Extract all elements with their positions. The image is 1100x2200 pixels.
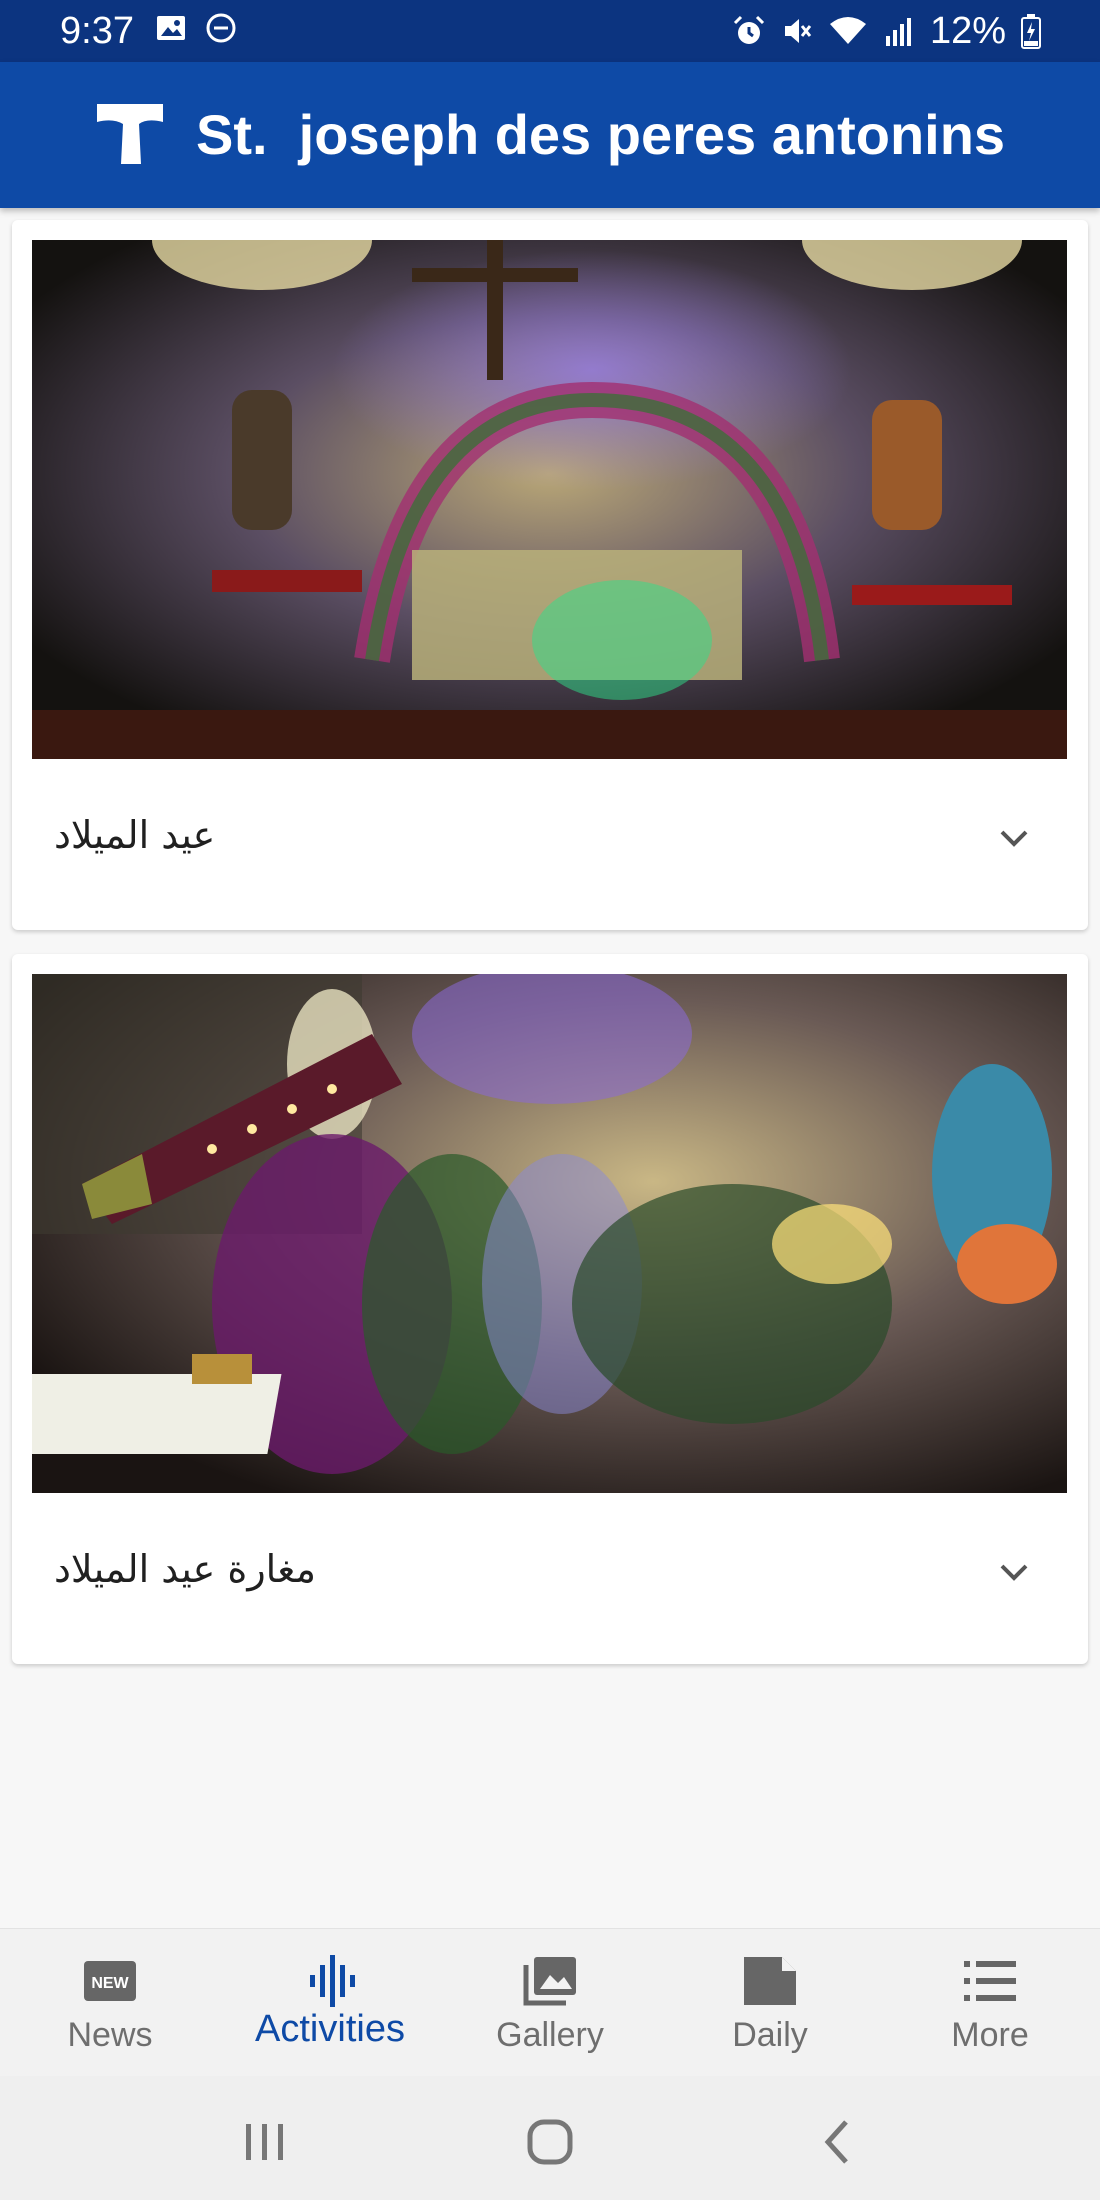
recent-apps-icon[interactable] (234, 2112, 294, 2172)
system-nav (0, 2076, 1100, 2200)
mute-icon (784, 19, 812, 43)
card-caption: مغارة عيد الميلاد (54, 1547, 316, 1591)
nav-item-daily[interactable]: Daily (670, 1929, 870, 2077)
nav-label: More (951, 2016, 1029, 2054)
signal-icon (885, 18, 911, 46)
chevron-down-icon[interactable] (996, 820, 1032, 856)
battery-percent: 12% (929, 10, 1006, 52)
image-icon (157, 16, 185, 40)
nav-item-gallery[interactable]: Gallery (450, 1929, 650, 2077)
app-title: St. joseph des peres antonins (196, 103, 1006, 166)
activity-card[interactable]: عيد الميلاد (12, 220, 1088, 930)
nav-item-activities[interactable]: Activities (230, 1929, 430, 2077)
status-time: 9:37 (60, 10, 134, 52)
bottom-nav: NEW News Activities Gallery Daily More (0, 1928, 1100, 2077)
chevron-down-icon[interactable] (996, 1554, 1032, 1590)
activities-icon (310, 1955, 355, 2007)
svg-text:NEW: NEW (91, 1975, 129, 1992)
status-left-icons (155, 12, 237, 44)
nav-label: Daily (732, 2016, 808, 2054)
gallery-icon (523, 1957, 576, 2006)
dnd-icon (206, 13, 236, 43)
nav-label: Activities (255, 2008, 405, 2050)
tau-cross-logo (97, 104, 163, 164)
list-icon (964, 1961, 1016, 2001)
nav-item-news[interactable]: NEW News (10, 1929, 210, 2077)
daily-icon (744, 1957, 796, 2005)
nav-label: News (67, 2016, 153, 2054)
back-icon[interactable] (808, 2112, 868, 2172)
activity-card[interactable]: مغارة عيد الميلاد (12, 954, 1088, 1664)
app-bar: St. joseph des peres antonins (0, 62, 1100, 208)
battery-icon (1021, 14, 1041, 49)
card-image[interactable] (32, 240, 1067, 759)
nav-item-more[interactable]: More (890, 1929, 1090, 2077)
alarm-icon (733, 15, 764, 44)
wifi-icon (829, 17, 866, 44)
status-bar: 9:37 12% (0, 0, 1100, 62)
home-icon[interactable] (520, 2112, 580, 2172)
status-right: 12% (732, 8, 1042, 54)
card-image[interactable] (32, 974, 1067, 1493)
news-icon: NEW (84, 1961, 136, 2001)
nav-label: Gallery (496, 2016, 604, 2054)
card-caption: عيد الميلاد (54, 813, 216, 857)
